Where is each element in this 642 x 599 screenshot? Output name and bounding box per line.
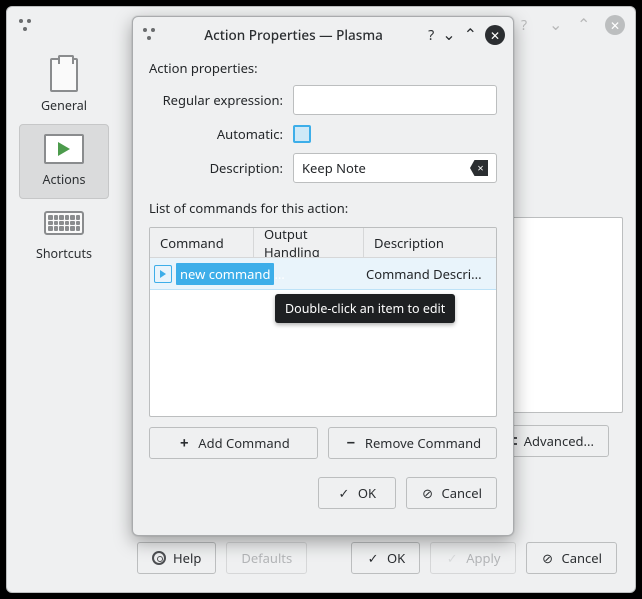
dialog-titlebar: Action Properties — Plasma ✕ <box>133 17 513 53</box>
shade-down-icon[interactable] <box>442 26 455 44</box>
dialog-title: Action Properties — Plasma <box>167 26 420 44</box>
button-label: OK <box>387 549 405 567</box>
app-icon <box>141 26 159 44</box>
button-label: Defaults <box>241 549 292 567</box>
minimize-icon[interactable] <box>549 16 567 34</box>
shade-up-icon[interactable] <box>464 26 477 44</box>
button-label: Cancel <box>562 549 602 567</box>
dialog-footer: OK Cancel <box>149 477 497 509</box>
table-row[interactable]: new commandore Command Descri... Double-… <box>150 258 496 290</box>
sidebar: General Actions Shortcuts <box>19 51 109 272</box>
close-icon[interactable]: ✕ <box>605 15 625 35</box>
sidebar-item-actions[interactable]: Actions <box>19 124 109 199</box>
ok-button[interactable]: OK <box>318 477 396 509</box>
plus-icon <box>177 436 191 450</box>
sidebar-item-label: General <box>41 97 87 114</box>
command-actions: Add Command Remove Command <box>149 427 497 459</box>
close-icon[interactable]: ✕ <box>485 25 505 45</box>
defaults-button: Defaults <box>226 542 307 574</box>
play-icon <box>40 131 88 167</box>
cancel-icon <box>541 551 555 565</box>
table-header: Command Output Handling Description <box>150 228 496 258</box>
editing-text[interactable]: new command <box>176 263 274 285</box>
cancel-icon <box>421 486 435 500</box>
field-label: Regular expression: <box>149 91 283 109</box>
section-label: Action properties: <box>149 59 497 77</box>
keyboard-icon <box>40 205 88 241</box>
col-command[interactable]: Command <box>150 228 254 257</box>
field-label: Description: <box>149 159 283 177</box>
button-label: Remove Command <box>365 434 481 452</box>
cell-description: Command Descri... <box>360 265 496 283</box>
help-button[interactable]: Help <box>137 542 216 574</box>
check-icon <box>445 551 459 565</box>
tooltip: Double-click an item to edit <box>275 294 455 323</box>
remove-command-button[interactable]: Remove Command <box>328 427 497 459</box>
clear-icon[interactable] <box>470 160 488 176</box>
cancel-button[interactable]: Cancel <box>526 542 617 574</box>
bg-button-row: Help Defaults OK Apply Cancel <box>137 542 617 574</box>
field-label: Automatic: <box>149 125 283 143</box>
button-label: OK <box>358 484 376 502</box>
regex-input[interactable] <box>293 85 497 115</box>
minus-icon <box>344 436 358 450</box>
app-icon <box>17 17 33 33</box>
button-label: Apply <box>466 549 500 567</box>
button-label: Help <box>173 549 201 567</box>
button-label: Cancel <box>442 484 482 502</box>
form-row-description: Description: Keep Note <box>149 153 497 183</box>
check-icon <box>366 551 380 565</box>
sidebar-item-label: Actions <box>42 171 85 188</box>
apply-button: Apply <box>430 542 515 574</box>
lifering-icon <box>152 551 166 565</box>
form-row-regex: Regular expression: <box>149 85 497 115</box>
add-command-button[interactable]: Add Command <box>149 427 318 459</box>
description-input[interactable]: Keep Note <box>293 153 497 183</box>
check-icon <box>337 486 351 500</box>
ok-button[interactable]: OK <box>351 542 420 574</box>
help-icon[interactable] <box>428 26 434 45</box>
input-value: Keep Note <box>302 159 366 177</box>
commands-table: Command Output Handling Description new … <box>149 227 497 417</box>
maximize-icon[interactable] <box>577 16 595 34</box>
automatic-checkbox[interactable] <box>293 125 311 143</box>
col-output[interactable]: Output Handling <box>254 228 364 257</box>
run-icon <box>154 265 172 283</box>
cell-command[interactable]: new commandore <box>172 263 290 285</box>
col-description[interactable]: Description <box>364 228 496 257</box>
form-row-automatic: Automatic: <box>149 125 497 143</box>
help-icon[interactable] <box>521 16 539 34</box>
sidebar-item-shortcuts[interactable]: Shortcuts <box>19 199 109 272</box>
cancel-button[interactable]: Cancel <box>406 477 497 509</box>
sidebar-item-label: Shortcuts <box>36 245 92 262</box>
button-label: Advanced... <box>524 432 594 450</box>
action-properties-dialog: Action Properties — Plasma ✕ Action prop… <box>132 16 514 536</box>
sidebar-item-general[interactable]: General <box>19 51 109 124</box>
clipboard-icon <box>40 57 88 93</box>
button-label: Add Command <box>198 434 289 452</box>
list-label: List of commands for this action: <box>149 199 497 217</box>
